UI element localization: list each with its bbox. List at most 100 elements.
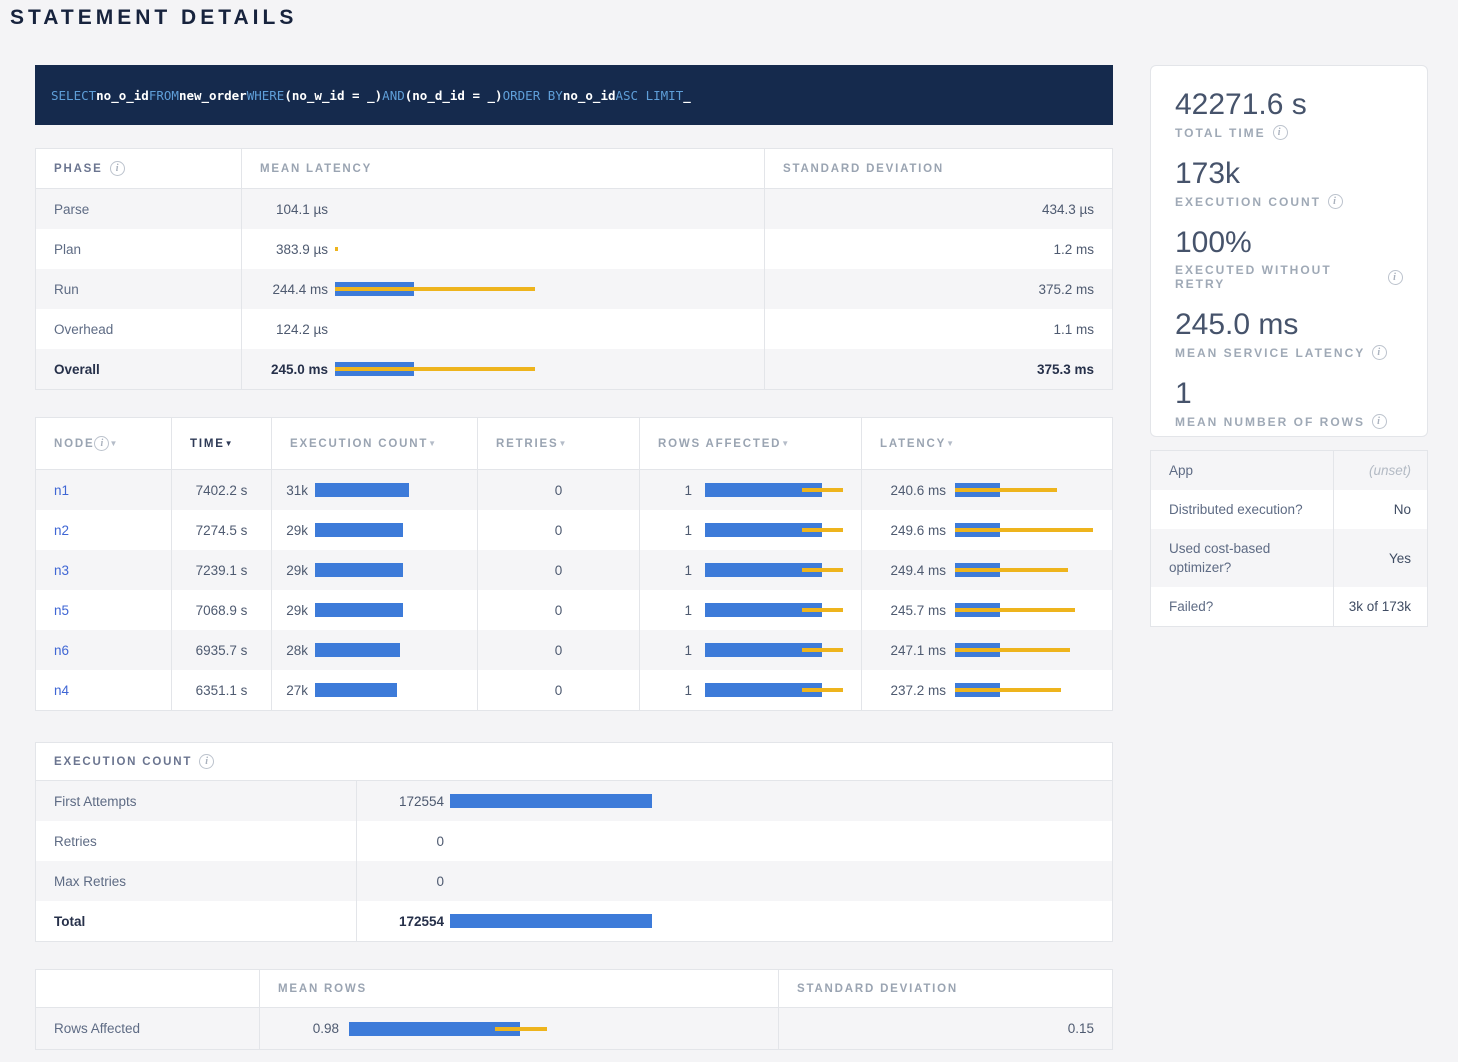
stat-label-row: EXECUTION COUNT i bbox=[1175, 194, 1403, 209]
rows-affected-cell: 1 bbox=[639, 550, 861, 590]
execution-count-value-cell: 0 bbox=[356, 821, 1114, 861]
retries-cell: 0 bbox=[477, 630, 639, 670]
stat-label: EXECUTION COUNT bbox=[1175, 195, 1321, 209]
latency-bar bbox=[955, 563, 1114, 577]
execution-count-bar bbox=[315, 523, 477, 537]
std-dev-cell: 375.2 ms bbox=[764, 269, 1114, 309]
std-dev-value: 434.3 µs bbox=[1042, 202, 1094, 217]
mean-latency-header-label: MEAN LATENCY bbox=[260, 163, 372, 175]
mean-latency-cell: 245.0 ms bbox=[241, 349, 764, 389]
info-icon[interactable]: i bbox=[1372, 414, 1387, 429]
column-header-label: TIME bbox=[190, 438, 225, 450]
std-dev-cell: 375.3 ms bbox=[764, 349, 1114, 389]
node-row: n37239.1 s29k01249.4 ms bbox=[36, 550, 1112, 590]
sort-arrow-icon[interactable]: ▼ bbox=[428, 440, 436, 448]
phase-name: Run bbox=[36, 269, 241, 309]
sql-identifier: new_order bbox=[179, 88, 247, 103]
latency-cell: 247.1 ms bbox=[861, 630, 1114, 670]
phase-column-header[interactable]: PHASE i bbox=[36, 149, 241, 188]
std-dev-bar bbox=[802, 528, 843, 532]
rows-std-dev-value: 0.15 bbox=[1068, 1021, 1094, 1036]
sort-arrow-icon[interactable]: ▼ bbox=[109, 440, 117, 448]
attribute-label: App bbox=[1151, 451, 1333, 490]
node-link[interactable]: n2 bbox=[54, 523, 69, 538]
node-cell: n4 bbox=[36, 670, 171, 710]
row-label: Max Retries bbox=[54, 874, 126, 889]
phase-name: Overhead bbox=[36, 309, 241, 349]
attribute-label: Distributed execution? bbox=[1151, 490, 1333, 529]
info-icon[interactable]: i bbox=[199, 754, 214, 769]
node-link[interactable]: n4 bbox=[54, 683, 69, 698]
mean-latency-cell: 383.9 µs bbox=[241, 229, 764, 269]
std-dev-bar bbox=[955, 528, 1093, 532]
rows-affected-cell: 1 bbox=[639, 670, 861, 710]
sql-keyword: SELECT bbox=[51, 88, 96, 103]
column-header-label: RETRIES bbox=[496, 438, 558, 450]
sort-arrow-icon[interactable]: ▼ bbox=[225, 440, 233, 448]
rows-affected-bar bbox=[705, 563, 861, 577]
rows-affected-value: 1 bbox=[640, 643, 692, 658]
info-icon[interactable]: i bbox=[94, 436, 109, 451]
sort-arrow-icon[interactable]: ▼ bbox=[558, 440, 566, 448]
phase-table-header: PHASE i MEAN LATENCY STANDARD DEVIATION bbox=[36, 149, 1112, 189]
node-row: n57068.9 s29k01245.7 ms bbox=[36, 590, 1112, 630]
summary-stat: 100%EXECUTED WITHOUT RETRYi bbox=[1175, 226, 1403, 291]
rows-affected-value: 1 bbox=[640, 523, 692, 538]
rows-affected-bar bbox=[705, 523, 861, 537]
mean-latency-value: 383.9 µs bbox=[242, 242, 328, 257]
node-column-header-node[interactable]: NODEi▼ bbox=[36, 418, 171, 469]
mean-latency-column-header[interactable]: MEAN LATENCY bbox=[241, 149, 764, 188]
execution-count-row: Retries0 bbox=[36, 821, 1112, 861]
mean-rows-column-header: MEAN ROWS bbox=[259, 970, 778, 1007]
node-link[interactable]: n1 bbox=[54, 483, 69, 498]
phase-name: Plan bbox=[36, 229, 241, 269]
sql-identifier: no_o_id bbox=[563, 88, 616, 103]
rows-affected-cell: 1 bbox=[639, 590, 861, 630]
execution-count-cell: 29k bbox=[271, 550, 477, 590]
page-title: STATEMENT DETAILS bbox=[10, 6, 297, 30]
info-icon[interactable]: i bbox=[1372, 345, 1387, 360]
std-dev-bar bbox=[802, 488, 843, 492]
rows-affected-table: MEAN ROWS STANDARD DEVIATION Rows Affect… bbox=[35, 969, 1113, 1050]
node-link[interactable]: n6 bbox=[54, 643, 69, 658]
mean-latency-value: 244.4 ms bbox=[242, 282, 328, 297]
stat-label: EXECUTED WITHOUT RETRY bbox=[1175, 263, 1381, 291]
info-icon[interactable]: i bbox=[1388, 270, 1403, 285]
info-icon[interactable]: i bbox=[1273, 125, 1288, 140]
node-row: n66935.7 s28k01247.1 ms bbox=[36, 630, 1112, 670]
mean-bar bbox=[450, 914, 652, 928]
phase-label: Run bbox=[54, 282, 79, 297]
sort-arrow-icon[interactable]: ▼ bbox=[781, 440, 789, 448]
summary-stat: 173kEXECUTION COUNTi bbox=[1175, 157, 1403, 209]
node-column-header-retries[interactable]: RETRIES▼ bbox=[477, 418, 639, 469]
node-link[interactable]: n3 bbox=[54, 563, 69, 578]
retries-cell: 0 bbox=[477, 510, 639, 550]
execution-count-bar bbox=[315, 603, 477, 617]
execution-count-value: 31k bbox=[272, 483, 308, 498]
node-column-header-latency[interactable]: LATENCY▼ bbox=[861, 418, 1114, 469]
std-dev-column-header[interactable]: STANDARD DEVIATION bbox=[764, 149, 1114, 188]
node-column-header-time[interactable]: TIME▼ bbox=[171, 418, 271, 469]
time-cell: 7274.5 s bbox=[171, 510, 271, 550]
latency-bar bbox=[335, 242, 764, 256]
execution-count-header-label: EXECUTION COUNT bbox=[54, 756, 192, 768]
sql-keyword: AND bbox=[382, 88, 405, 103]
rows-affected-cell: 1 bbox=[639, 630, 861, 670]
mean-latency-value: 124.2 µs bbox=[242, 322, 328, 337]
node-cell: n1 bbox=[36, 470, 171, 510]
sort-arrow-icon[interactable]: ▼ bbox=[946, 440, 954, 448]
time-value: 7068.9 s bbox=[196, 603, 248, 618]
row-label: Total bbox=[54, 914, 85, 929]
attribute-value: Yes bbox=[1333, 529, 1427, 587]
phase-header-label: PHASE bbox=[54, 163, 103, 175]
node-link[interactable]: n5 bbox=[54, 603, 69, 618]
latency-cell: 237.2 ms bbox=[861, 670, 1114, 710]
mean-rows-header-label: MEAN ROWS bbox=[278, 983, 367, 995]
info-icon[interactable]: i bbox=[1328, 194, 1343, 209]
count-value: 172554 bbox=[357, 794, 444, 809]
rows-std-dev-column-header: STANDARD DEVIATION bbox=[778, 970, 1114, 1007]
node-column-header-rows-affected[interactable]: ROWS AFFECTED▼ bbox=[639, 418, 861, 469]
std-dev-value: 1.2 ms bbox=[1053, 242, 1094, 257]
info-icon[interactable]: i bbox=[110, 161, 125, 176]
node-column-header-execution-count[interactable]: EXECUTION COUNT▼ bbox=[271, 418, 477, 469]
